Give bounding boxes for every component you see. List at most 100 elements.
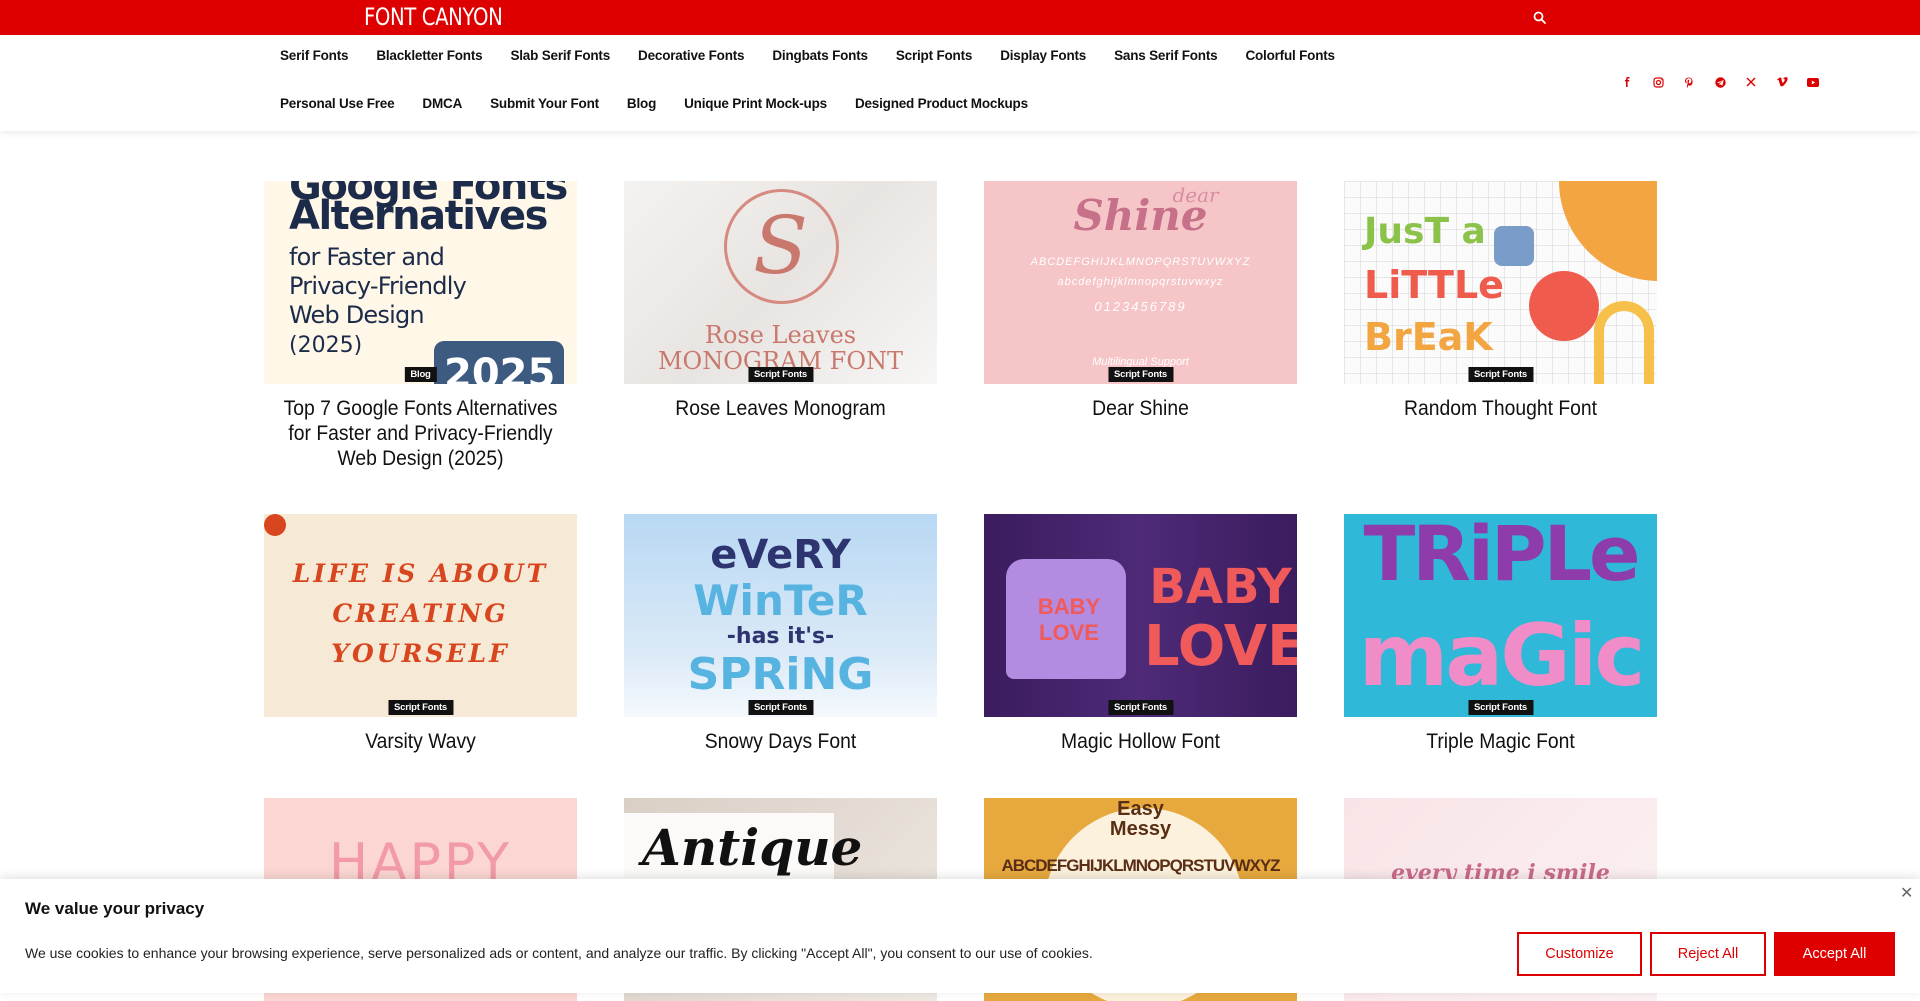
- reject-all-button[interactable]: Reject All: [1650, 932, 1766, 976]
- post-title[interactable]: Dear Shine: [997, 396, 1285, 421]
- thumb-line: WinTeR: [693, 576, 868, 625]
- category-badge[interactable]: Script Fonts: [1467, 700, 1534, 715]
- nav-row-secondary: Personal Use Free DMCA Submit Your Font …: [266, 96, 1042, 111]
- telegram-icon[interactable]: [1711, 73, 1729, 91]
- post-thumbnail[interactable]: dear Shine ABCDEFGHIJKLMNOPQRSTUVWXYZ ab…: [984, 181, 1297, 384]
- category-badge[interactable]: Script Fonts: [387, 700, 454, 715]
- thumb-line: ABCDEFGHIJKLMNOPQRSTUVWXYZ: [1001, 856, 1280, 875]
- nav-item-sans-serif-fonts[interactable]: Sans Serif Fonts: [1100, 48, 1231, 63]
- decor-shape: [264, 514, 286, 536]
- thumb-line: LiTTLe: [1364, 263, 1504, 307]
- cookie-title: We value your privacy: [25, 899, 205, 918]
- thumb-line: maGic: [1358, 606, 1646, 706]
- post-thumbnail[interactable]: TRiPLe maGic Script Fonts: [1344, 514, 1657, 717]
- main-navigation: Serif Fonts Blackletter Fonts Slab Serif…: [0, 35, 1920, 131]
- thumb-line: Shine: [1073, 191, 1208, 240]
- nav-item-personal-use-free[interactable]: Personal Use Free: [266, 96, 408, 111]
- nav-item-display-fonts[interactable]: Display Fonts: [986, 48, 1100, 63]
- category-badge[interactable]: Script Fonts: [747, 367, 814, 382]
- thumb-line: eVeRY: [710, 532, 851, 578]
- nav-item-slab-serif-fonts[interactable]: Slab Serif Fonts: [496, 48, 624, 63]
- thumb-line: Antique: [642, 818, 863, 877]
- nav-item-designed-product-mockups[interactable]: Designed Product Mockups: [841, 96, 1042, 111]
- post-title[interactable]: Varsity Wavy: [277, 729, 565, 754]
- cookie-text: We use cookies to enhance your browsing …: [25, 945, 1093, 961]
- social-links: [1618, 73, 1822, 91]
- post-thumbnail[interactable]: BABY LOVE BABY LOVE Script Fonts: [984, 514, 1297, 717]
- nav-item-script-fonts[interactable]: Script Fonts: [882, 48, 986, 63]
- nav-item-dmca[interactable]: DMCA: [408, 96, 476, 111]
- thumb-line: CREATING: [332, 599, 509, 628]
- category-badge[interactable]: Script Fonts: [1107, 367, 1174, 382]
- facebook-icon[interactable]: [1618, 73, 1636, 91]
- thumb-line: JusT a: [1364, 211, 1486, 252]
- thumb-line: YOURSELF: [331, 639, 510, 668]
- thumb-line: LOVE: [1144, 614, 1297, 679]
- thumb-line: -has it's-: [726, 624, 835, 649]
- thumb-line: BABY: [1037, 594, 1101, 619]
- thumb-line: abcdefghijklmnopqrstuvwxyz: [1057, 276, 1224, 288]
- thumb-line: LIFE IS ABOUT: [292, 559, 549, 588]
- post-card: S Rose Leaves MONOGRAM FONT Script Fonts…: [624, 181, 937, 421]
- post-thumbnail[interactable]: Google Fonts Alternatives for Faster and…: [264, 181, 577, 384]
- post-title[interactable]: Rose Leaves Monogram: [637, 396, 925, 421]
- post-card: dear Shine ABCDEFGHIJKLMNOPQRSTUVWXYZ ab…: [984, 181, 1297, 421]
- thumb-line: for Faster and: [289, 243, 445, 271]
- nav-item-decorative-fonts[interactable]: Decorative Fonts: [624, 48, 758, 63]
- instagram-icon[interactable]: [1649, 73, 1667, 91]
- search-icon[interactable]: [1530, 8, 1550, 28]
- category-badge[interactable]: Blog: [404, 367, 437, 382]
- nav-item-blog[interactable]: Blog: [613, 96, 670, 111]
- nav-item-dingbats-fonts[interactable]: Dingbats Fonts: [758, 48, 881, 63]
- pinterest-icon[interactable]: [1680, 73, 1698, 91]
- customize-button[interactable]: Customize: [1517, 932, 1642, 976]
- post-thumbnail[interactable]: eVeRY WinTeR -has it's- SPRiNG Script Fo…: [624, 514, 937, 717]
- post-thumbnail[interactable]: LIFE IS ABOUT CREATING YOURSELF Script F…: [264, 514, 577, 717]
- category-badge[interactable]: Script Fonts: [1467, 367, 1534, 382]
- post-title[interactable]: Snowy Days Font: [637, 729, 925, 754]
- nav-item-serif-fonts[interactable]: Serif Fonts: [266, 48, 362, 63]
- nav-item-submit-your-font[interactable]: Submit Your Font: [476, 96, 613, 111]
- post-card: TRiPLe maGic Script Fonts Triple Magic F…: [1344, 514, 1657, 754]
- thumb-line: LOVE: [1039, 620, 1099, 645]
- thumb-line: BABY: [1149, 559, 1292, 615]
- post-thumbnail[interactable]: S Rose Leaves MONOGRAM FONT Script Fonts: [624, 181, 937, 384]
- vimeo-icon[interactable]: [1773, 73, 1791, 91]
- thumb-line: Rose Leaves: [704, 321, 857, 349]
- thumb-line: TRiPLe: [1363, 514, 1640, 598]
- post-card: LIFE IS ABOUT CREATING YOURSELF Script F…: [264, 514, 577, 754]
- accept-all-button[interactable]: Accept All: [1774, 932, 1895, 976]
- post-title[interactable]: Random Thought Font: [1357, 396, 1645, 421]
- thumb-line: BrEaK: [1364, 315, 1493, 359]
- thumb-line: Messy: [1109, 818, 1172, 840]
- post-card: JusT a LiTTLe BrEaK Script Fonts Random …: [1344, 181, 1657, 421]
- category-badge[interactable]: Script Fonts: [1107, 700, 1174, 715]
- category-badge[interactable]: Script Fonts: [747, 700, 814, 715]
- year-badge-text: 2025: [444, 351, 556, 384]
- nav-item-colorful-fonts[interactable]: Colorful Fonts: [1231, 48, 1348, 63]
- thumb-line: Web Design: [289, 301, 425, 329]
- post-thumbnail[interactable]: JusT a LiTTLe BrEaK Script Fonts: [1344, 181, 1657, 384]
- post-card: eVeRY WinTeR -has it's- SPRiNG Script Fo…: [624, 514, 937, 754]
- thumb-line: 0123456789: [1094, 299, 1187, 314]
- x-icon[interactable]: [1742, 73, 1760, 91]
- post-card: Google Fonts Alternatives for Faster and…: [264, 181, 577, 471]
- thumb-line: SPRiNG: [687, 649, 874, 700]
- site-logo[interactable]: FONT CANYON: [364, 0, 503, 35]
- thumb-line: ABCDEFGHIJKLMNOPQRSTUVWXYZ: [1030, 256, 1251, 268]
- year-badge: 2025: [434, 341, 564, 384]
- top-bar: FONT CANYON: [0, 0, 1920, 35]
- youtube-icon[interactable]: [1804, 73, 1822, 91]
- post-title[interactable]: Magic Hollow Font: [997, 729, 1285, 754]
- nav-item-blackletter-fonts[interactable]: Blackletter Fonts: [362, 48, 496, 63]
- post-title[interactable]: Top 7 Google Fonts Alternatives for Fast…: [277, 396, 565, 471]
- nav-item-unique-print-mockups[interactable]: Unique Print Mock-ups: [670, 96, 841, 111]
- thumb-line: Alternatives: [289, 193, 548, 239]
- post-card: BABY LOVE BABY LOVE Script Fonts Magic H…: [984, 514, 1297, 754]
- cookie-consent-banner: ✕ We value your privacy We use cookies t…: [0, 879, 1920, 993]
- nav-row-primary: Serif Fonts Blackletter Fonts Slab Serif…: [266, 48, 1349, 63]
- thumb-line: Privacy-Friendly: [289, 272, 467, 300]
- post-title[interactable]: Triple Magic Font: [1357, 729, 1645, 754]
- close-icon[interactable]: ✕: [1900, 886, 1914, 902]
- thumb-line: S: [753, 199, 808, 292]
